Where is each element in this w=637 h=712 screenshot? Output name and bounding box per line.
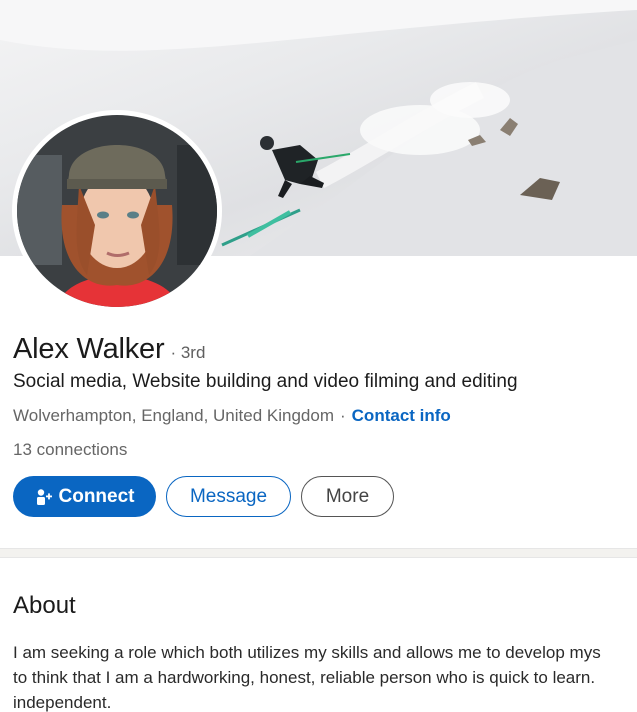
about-line: I am seeking a role which both utilizes … xyxy=(13,643,601,662)
about-heading: About xyxy=(13,592,76,619)
location-separator: · xyxy=(339,406,346,425)
message-button-label: Message xyxy=(189,485,268,507)
connect-button-label: Connect xyxy=(58,485,135,507)
profile-name: Alex Walker xyxy=(13,333,165,365)
person-add-icon xyxy=(35,488,53,506)
message-button[interactable]: Message xyxy=(166,476,291,517)
location-row: Wolverhampton, England, United Kingdom · C… xyxy=(13,406,451,426)
about-text: I am seeking a role which both utilizes … xyxy=(13,640,637,712)
avatar[interactable] xyxy=(17,115,217,307)
name-row: Alex Walker · 3rd xyxy=(13,333,205,369)
contact-info-link[interactable]: Contact info xyxy=(352,406,451,425)
more-button[interactable]: More xyxy=(301,476,394,517)
profile-headline: Social media, Website building and video… xyxy=(13,371,518,392)
section-divider xyxy=(0,548,637,558)
more-button-label: More xyxy=(325,485,370,507)
connection-degree: · 3rd xyxy=(170,343,206,362)
connections-count[interactable]: 13 connections xyxy=(13,440,127,460)
about-line: to think that I am a hardworking, honest… xyxy=(13,668,596,687)
connect-button[interactable]: Connect xyxy=(13,476,156,517)
avatar-portrait-image xyxy=(17,115,217,307)
about-line: independent. xyxy=(13,693,112,712)
profile-location: Wolverhampton, England, United Kingdom xyxy=(13,406,334,425)
profile-photo-frame[interactable] xyxy=(12,110,222,312)
